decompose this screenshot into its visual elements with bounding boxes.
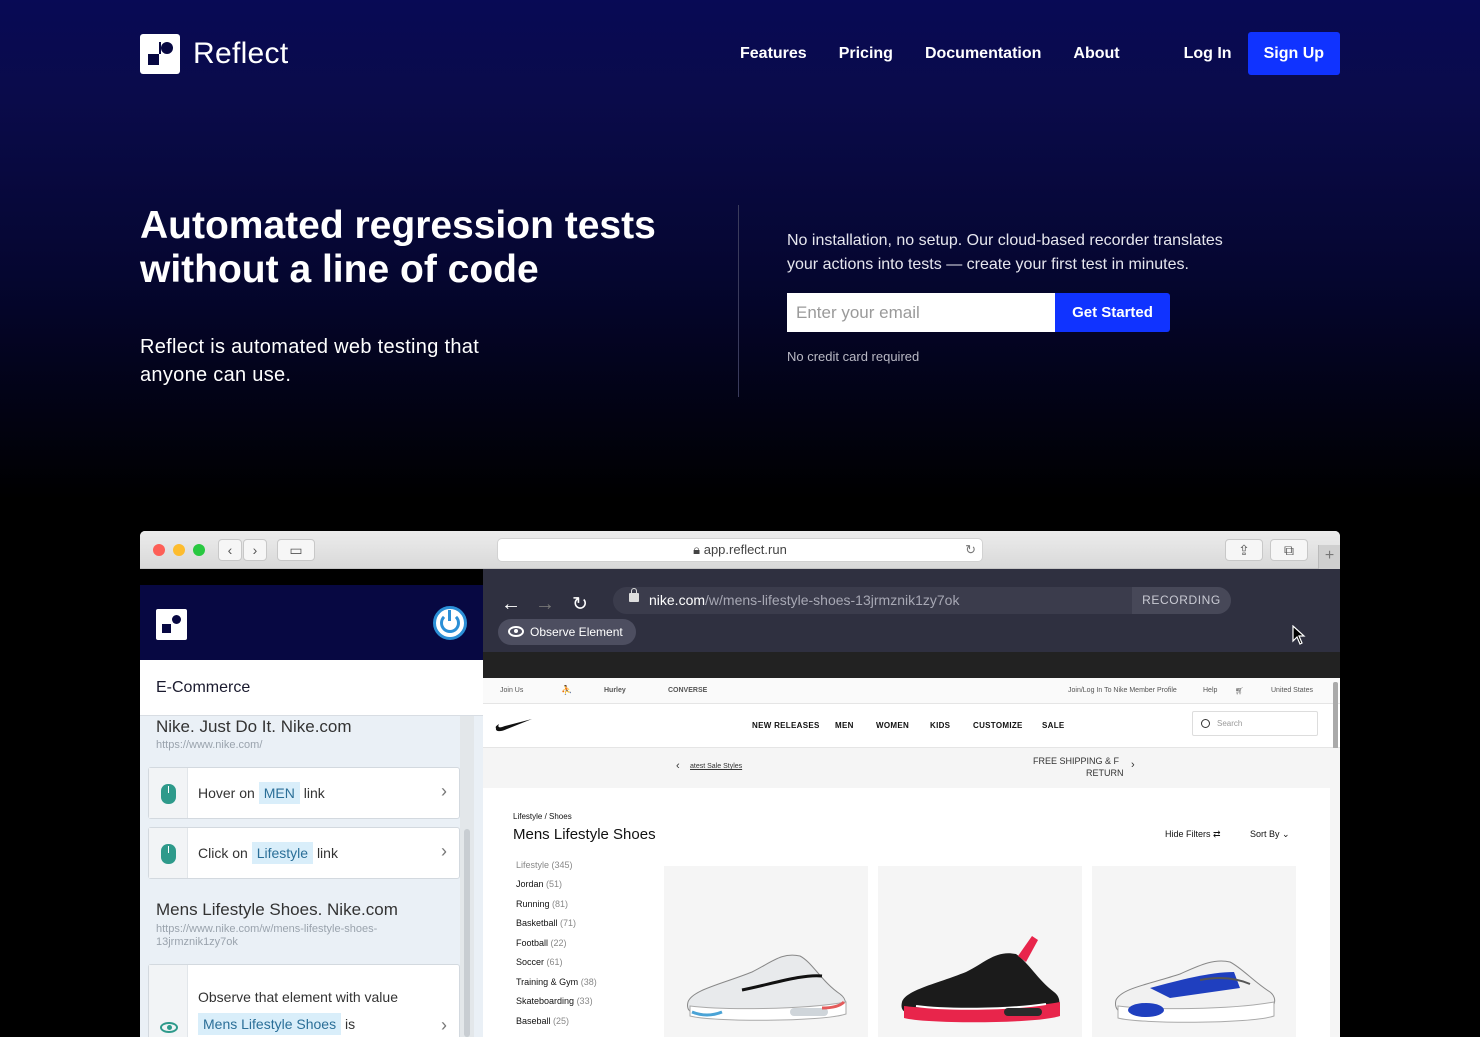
nike-utility-bar: Join Us ⛹ Hurley CONVERSE Join/Log In To… bbox=[483, 678, 1340, 704]
reload-icon: ↻ bbox=[965, 542, 976, 557]
nike-promo-bar: ‹ atest Sale Styles FREE SHIPPING & F RE… bbox=[483, 748, 1340, 788]
refresh-icon: ↻ bbox=[572, 594, 588, 615]
chevron-right-icon: › bbox=[1131, 759, 1135, 771]
cursor-icon bbox=[1292, 625, 1306, 645]
get-started-button[interactable]: Get Started bbox=[1055, 293, 1170, 332]
category-filter-item: Jordan (51) bbox=[516, 879, 563, 889]
category-filter-item: Football (22) bbox=[516, 937, 567, 948]
reflect-logo-icon bbox=[156, 609, 187, 640]
eye-icon bbox=[160, 1022, 178, 1033]
share-icon: ⇪ bbox=[1225, 539, 1263, 561]
browser-screenshot: ‹ › ▭ 🔒︎ app.reflect.run ↻ ⇪ ⧉ + E-Comme… bbox=[140, 531, 1340, 1037]
test-step[interactable]: Observe that element with value Mens Lif… bbox=[148, 964, 460, 1037]
chevron-right-icon: › bbox=[441, 841, 447, 861]
close-window-icon bbox=[153, 544, 165, 556]
email-input[interactable] bbox=[787, 293, 1055, 332]
category-filter-item: Basketball (71) bbox=[516, 918, 577, 928]
step-target: Mens Lifestyle Shoes bbox=[198, 1013, 342, 1035]
nike-page-preview: Join Us ⛹ Hurley CONVERSE Join/Log In To… bbox=[483, 678, 1340, 1037]
shoe-image bbox=[901, 936, 1060, 1023]
recorder-host: nike.com bbox=[649, 592, 706, 608]
mouse-icon bbox=[161, 844, 176, 864]
new-tab-icon: + bbox=[1318, 545, 1340, 569]
logo-icon bbox=[140, 34, 180, 74]
nike-search-input: Search bbox=[1192, 711, 1318, 736]
page-title: Nike. Just Do It. Nike.com bbox=[156, 717, 352, 736]
forward-icon: › bbox=[243, 539, 267, 561]
step-target: Lifestyle bbox=[251, 842, 314, 864]
nike-heading: Mens Lifestyle Shoes bbox=[513, 826, 656, 843]
recorder-path: /w/mens-lifestyle-shoes-13jrmznik1zy7ok bbox=[705, 592, 960, 608]
shoe-image bbox=[1115, 960, 1276, 1023]
back-icon: ‹ bbox=[218, 539, 242, 561]
test-step[interactable]: Click on Lifestyle link › bbox=[148, 827, 460, 879]
sidebar-icon: ▭ bbox=[277, 539, 315, 561]
test-step[interactable]: Hover on MEN link › bbox=[148, 767, 460, 819]
hero-subtitle: Reflect is automated web testing that an… bbox=[140, 336, 480, 386]
jordan-logo-icon: ⛹ bbox=[561, 685, 573, 695]
category-filter-item: Soccer (61) bbox=[516, 957, 563, 967]
panel-scrollbar bbox=[464, 829, 470, 1037]
browser-address: app.reflect.run bbox=[703, 542, 787, 557]
suite-header: E-Commerce bbox=[140, 660, 483, 716]
category-filter-item: Running (81) bbox=[516, 898, 569, 909]
reflect-test-panel: E-Commerce Nike. Just Do It. Nike.com ht… bbox=[140, 569, 483, 1037]
product-card bbox=[1092, 866, 1296, 1037]
lock-icon bbox=[629, 588, 639, 602]
step-target: MEN bbox=[258, 782, 300, 804]
recording-badge: RECORDING bbox=[1132, 587, 1231, 614]
nav-about-link[interactable]: About bbox=[1057, 45, 1135, 63]
browser-toolbar: ‹ › ▭ 🔒︎ app.reflect.run ↻ ⇪ ⧉ + bbox=[140, 531, 1340, 569]
tabs-icon: ⧉ bbox=[1270, 539, 1308, 561]
forward-arrow-icon: → bbox=[535, 593, 555, 615]
nav-documentation-link[interactable]: Documentation bbox=[909, 45, 1057, 63]
hero-title: Automated regression tests without a lin… bbox=[140, 204, 656, 291]
hide-filters: Hide Filters ⇄ bbox=[1165, 829, 1221, 839]
reflect-panel-header bbox=[140, 585, 483, 660]
power-icon bbox=[433, 606, 467, 640]
maximize-window-icon bbox=[193, 544, 205, 556]
signup-button[interactable]: Sign Up bbox=[1247, 32, 1341, 75]
eye-icon bbox=[508, 626, 524, 637]
brand-name: Reflect bbox=[193, 37, 289, 70]
page-url: https://www.nike.com/ bbox=[156, 739, 263, 751]
category-filter-item: Training & Gym (38) bbox=[516, 976, 597, 987]
page-url: https://www.nike.com/w/mens-lifestyle-sh… bbox=[156, 923, 378, 948]
back-arrow-icon: ← bbox=[501, 593, 521, 615]
observe-element-button[interactable]: Observe Element bbox=[498, 619, 636, 645]
no-credit-card-note: No credit card required bbox=[787, 349, 920, 364]
brand-logo[interactable]: Reflect bbox=[140, 34, 288, 74]
product-card bbox=[664, 866, 868, 1037]
category-filter-item: Skateboarding (33) bbox=[516, 996, 593, 1006]
chevron-right-icon: › bbox=[441, 781, 447, 801]
chevron-left-icon: ‹ bbox=[676, 760, 680, 772]
browser-address-bar: 🔒︎ app.reflect.run ↻ bbox=[497, 538, 983, 562]
lock-icon: 🔒︎ bbox=[693, 542, 701, 557]
login-link[interactable]: Log In bbox=[1168, 45, 1248, 63]
chevron-right-icon: › bbox=[441, 1015, 447, 1035]
recorder-url-bar: nike.com/w/mens-lifestyle-shoes-13jrmzni… bbox=[613, 587, 1231, 614]
shoe-image bbox=[687, 954, 847, 1021]
nike-listing: Lifestyle / Shoes Mens Lifestyle Shoes H… bbox=[483, 788, 1330, 1037]
recorder-toolbar: ← → ↻ nike.com/w/mens-lifestyle-shoes-13… bbox=[483, 569, 1340, 652]
sort-by: Sort By ⌄ bbox=[1250, 829, 1290, 839]
cart-icon: 🛒︎ bbox=[1235, 688, 1244, 695]
nike-swoosh-icon bbox=[495, 719, 532, 732]
hero-description: No installation, no setup. Our cloud-bas… bbox=[787, 232, 1223, 273]
nike-main-nav: NEW RELEASES MEN WOMEN KIDS CUSTOMIZE SA… bbox=[483, 704, 1340, 748]
minimize-window-icon bbox=[173, 544, 185, 556]
nike-breadcrumb: Lifestyle / Shoes bbox=[513, 812, 572, 821]
mouse-icon bbox=[161, 784, 176, 804]
nav-features-link[interactable]: Features bbox=[724, 45, 823, 63]
main-nav: Features Pricing Documentation About Log… bbox=[724, 32, 1341, 75]
product-card bbox=[878, 866, 1082, 1037]
hero-divider bbox=[738, 205, 739, 397]
page-title: Mens Lifestyle Shoes. Nike.com bbox=[156, 900, 398, 919]
suite-title: E-Commerce bbox=[156, 679, 251, 696]
nav-pricing-link[interactable]: Pricing bbox=[823, 45, 909, 63]
category-filter-item: Baseball (25) bbox=[516, 1015, 570, 1026]
category-filter-item: Lifestyle (345) bbox=[516, 859, 573, 870]
